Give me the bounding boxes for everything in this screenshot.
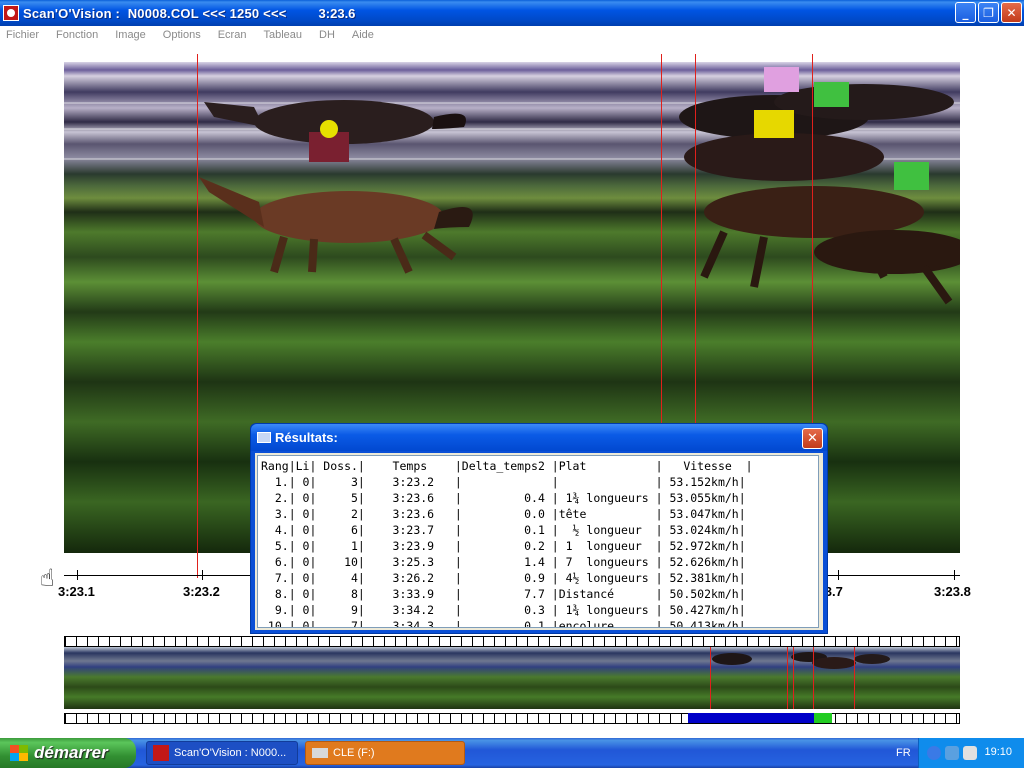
results-row: 8.| 0| 8| 3:33.9 | 7.7 |Distancé | 50.50… (261, 587, 746, 601)
printer-icon (257, 432, 271, 443)
results-row: 5.| 0| 1| 3:23.9 | 0.2 | 1 longueur | 52… (261, 539, 746, 553)
app-icon (153, 745, 169, 761)
axis-tick (954, 570, 955, 580)
menu-dh[interactable]: DH (313, 29, 346, 41)
overview-horses (712, 652, 890, 669)
results-dialog-title: Résultats: (275, 430, 338, 445)
task-label: Scan'O'Vision : N000... (174, 747, 287, 759)
horse-silhouette (199, 100, 473, 274)
menu-ecran[interactable]: Ecran (212, 29, 258, 41)
app-icon[interactable] (3, 5, 19, 21)
close-button[interactable]: ✕ (1001, 2, 1022, 23)
task-cle-drive[interactable]: CLE (F:) (305, 741, 465, 765)
overview-line-2 (787, 647, 788, 709)
language-indicator[interactable]: FR (896, 747, 911, 759)
results-table[interactable]: Rang|Li| Doss.| Temps |Delta_temps2 |Pla… (257, 455, 819, 628)
results-row: 9.| 0| 9| 3:34.2 | 0.3 | 1¾ longueurs | … (261, 603, 746, 617)
menu-options[interactable]: Options (157, 29, 212, 41)
windows-flag-icon (10, 745, 28, 761)
results-row: 7.| 0| 4| 3:26.2 | 0.9 | 4½ longueurs | … (261, 571, 746, 585)
volume-icon[interactable] (963, 746, 977, 760)
overview-line-5 (854, 647, 855, 709)
pointer-hand-icon[interactable]: ☝ (40, 566, 55, 590)
title-bar: Scan'O'Vision : N0008.COL <<< 1250 <<< 3… (0, 0, 1024, 26)
start-button[interactable]: démarrer (0, 738, 136, 768)
results-row: 3.| 0| 2| 3:23.6 | 0.0 |tête | 53.047km/… (261, 507, 746, 521)
menu-tableau[interactable]: Tableau (257, 29, 313, 41)
results-row: 1.| 0| 3| 3:23.2 | | | 53.152km/h| (261, 475, 746, 489)
axis-label: 3:23.1 (58, 584, 95, 599)
results-row: 6.| 0| 10| 3:25.3 | 1.4 | 7 longueurs | … (261, 555, 746, 569)
overview-line-4 (813, 647, 814, 709)
taskbar: démarrer Scan'O'Vision : N000... CLE (F:… (0, 738, 1024, 768)
task-scanovision[interactable]: Scan'O'Vision : N000... (146, 741, 298, 765)
results-close-button[interactable]: ✕ (802, 428, 823, 449)
results-row: 2.| 0| 5| 3:23.6 | 0.4 | 1¾ longueurs | … (261, 491, 746, 505)
finish-line-1[interactable] (197, 54, 198, 578)
finish-line-3[interactable] (695, 54, 696, 423)
menu-image[interactable]: Image (109, 29, 157, 41)
axis-label: 3:23.2 (183, 584, 220, 599)
menu-bar: Fichier Fonction Image Options Ecran Tab… (0, 26, 1024, 44)
menu-aide[interactable]: Aide (346, 29, 385, 41)
window-title-time: 3:23.6 (318, 5, 356, 21)
finish-line-2[interactable] (661, 54, 662, 423)
results-row: 4.| 0| 6| 3:23.7 | 0.1 | ½ longueur | 53… (261, 523, 746, 537)
maximize-button[interactable]: ❐ (978, 2, 999, 23)
overview-scroll-marker[interactable] (814, 713, 832, 723)
results-row: 10.| 0| 7| 3:34.3 | 0.1 |encolure | 50.4… (261, 619, 746, 628)
system-tray: 19:10 (918, 738, 1024, 768)
menu-fonction[interactable]: Fonction (50, 29, 109, 41)
start-label: démarrer (34, 743, 108, 762)
axis-tick (838, 570, 839, 580)
overview-line-1 (710, 647, 711, 709)
results-dialog: Résultats: ✕ Rang|Li| Doss.| Temps |Delt… (250, 423, 828, 634)
overview-image[interactable] (64, 647, 960, 709)
minimize-button[interactable]: _ (955, 2, 976, 23)
axis-tick (202, 570, 203, 580)
overview-line-3 (793, 647, 794, 709)
results-header: Rang|Li| Doss.| Temps |Delta_temps2 |Pla… (261, 459, 753, 473)
network-icon[interactable] (927, 746, 941, 760)
menu-fichier[interactable]: Fichier (0, 29, 50, 41)
results-dialog-titlebar[interactable]: Résultats: (251, 424, 827, 451)
axis-label: 3:23.8 (934, 584, 971, 599)
task-label: CLE (F:) (333, 747, 375, 759)
finish-line-4[interactable] (812, 54, 813, 423)
clock: 19:10 (984, 746, 1012, 758)
overview-ruler-top (64, 636, 960, 647)
window-title: Scan'O'Vision : N0008.COL <<< 1250 <<< (23, 5, 287, 21)
safely-remove-icon[interactable] (945, 746, 959, 760)
drive-icon (312, 748, 328, 758)
overview-scroll-thumb[interactable] (688, 713, 832, 723)
axis-tick (77, 570, 78, 580)
